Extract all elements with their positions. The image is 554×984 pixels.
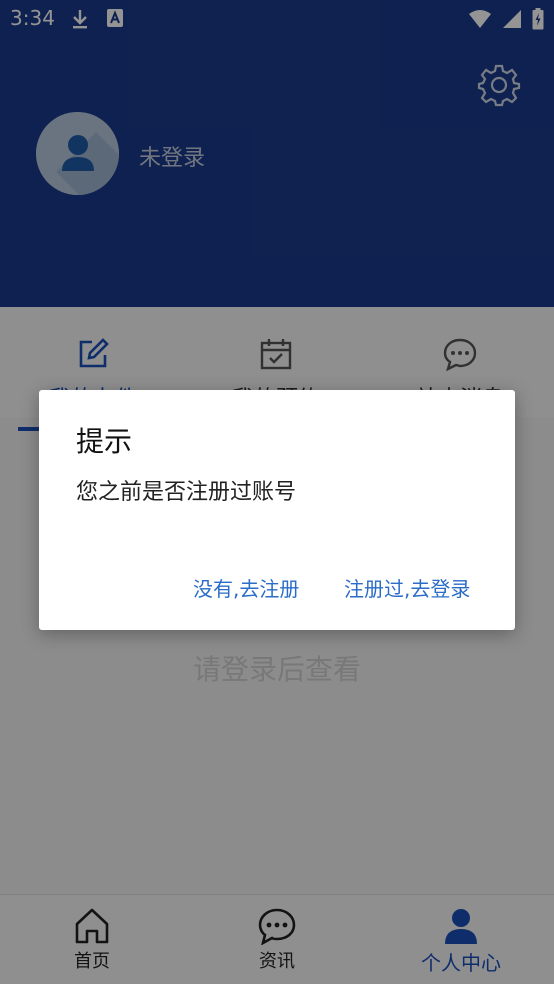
dialog-title: 提示 <box>76 425 133 458</box>
registration-dialog: 提示 您之前是否注册过账号 没有,去注册 注册过,去登录 <box>39 390 515 630</box>
go-login-button[interactable]: 注册过,去登录 <box>344 573 470 602</box>
go-register-button[interactable]: 没有,去注册 <box>193 573 299 602</box>
screen: 3:34 未登录 请登录后查看 首页 资讯 个人中心 提示 您之前是否注册过账号… <box>0 0 554 984</box>
dialog-message: 您之前是否注册过账号 <box>76 480 297 505</box>
